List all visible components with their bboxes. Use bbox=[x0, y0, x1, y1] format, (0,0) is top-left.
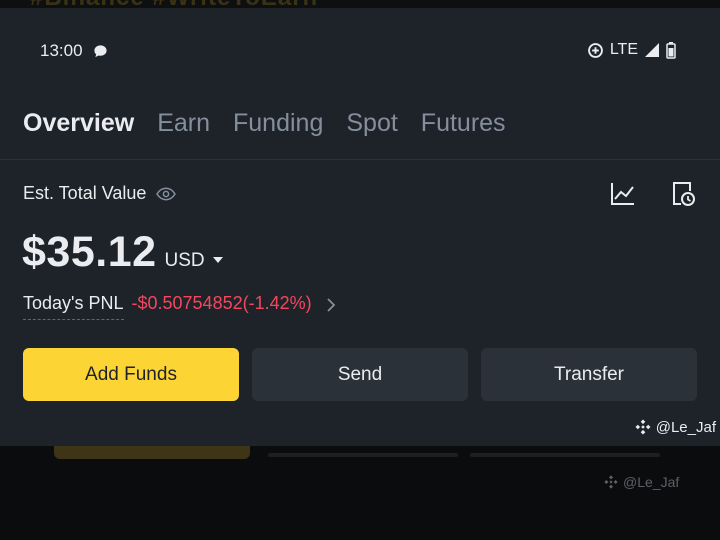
battery-icon bbox=[666, 41, 676, 59]
background-hashtags: #Binance #WriteToEarn bbox=[30, 0, 318, 8]
background-strip: #Binance #WriteToEarn bbox=[0, 0, 720, 8]
tab-earn[interactable]: Earn bbox=[157, 109, 210, 138]
tab-spot[interactable]: Spot bbox=[346, 109, 397, 138]
chat-bubble-icon bbox=[94, 45, 107, 58]
send-button[interactable]: Send bbox=[252, 348, 468, 401]
binance-logo-icon bbox=[604, 475, 618, 489]
background-watermark: @Le_Jaf bbox=[603, 474, 679, 490]
chart-icon[interactable] bbox=[609, 180, 637, 208]
currency-selector[interactable]: USD bbox=[165, 250, 205, 272]
tab-futures[interactable]: Futures bbox=[421, 109, 506, 138]
pnl-label: Today's PNL bbox=[23, 293, 124, 320]
total-value-header: Est. Total Value bbox=[23, 183, 177, 204]
chevron-right-icon[interactable] bbox=[326, 297, 336, 313]
signal-strength-icon bbox=[645, 43, 659, 57]
eye-icon[interactable] bbox=[156, 187, 177, 201]
watermark: @Le_Jaf bbox=[634, 418, 716, 436]
status-bar: 13:00 LTE bbox=[0, 8, 720, 94]
phone-screen: 13:00 LTE Overview Earn Funding Spot Fut… bbox=[0, 8, 720, 446]
add-funds-button[interactable]: Add Funds bbox=[23, 348, 239, 401]
status-indicators: LTE bbox=[587, 41, 676, 59]
total-value: $35.12 USD bbox=[22, 228, 223, 277]
data-saver-icon bbox=[587, 42, 603, 58]
background-ghost-line bbox=[268, 453, 458, 457]
status-time: 13:00 bbox=[40, 41, 83, 60]
network-type: LTE bbox=[609, 41, 638, 58]
total-value-label: Est. Total Value bbox=[23, 183, 147, 203]
history-icon[interactable] bbox=[670, 180, 698, 208]
background-ghost-button bbox=[54, 446, 250, 459]
tab-overview[interactable]: Overview bbox=[23, 109, 134, 138]
caret-down-icon[interactable] bbox=[212, 257, 223, 263]
tabs-divider bbox=[0, 159, 720, 160]
background-watermark-text: @Le_Jaf bbox=[623, 474, 680, 490]
total-value-amount: $35.12 bbox=[22, 228, 157, 276]
wallet-tabs: Overview Earn Funding Spot Futures bbox=[23, 109, 506, 138]
pnl-value: -$0.50754852(-1.42%) bbox=[131, 293, 312, 313]
watermark-text: @Le_Jaf bbox=[655, 418, 716, 436]
background-ghost-line bbox=[470, 453, 660, 457]
pnl-row[interactable]: Today's PNL -$0.50754852(-1.42%) bbox=[23, 293, 336, 320]
binance-logo-icon bbox=[635, 419, 651, 435]
transfer-button[interactable]: Transfer bbox=[481, 348, 697, 401]
tab-funding[interactable]: Funding bbox=[233, 109, 323, 138]
